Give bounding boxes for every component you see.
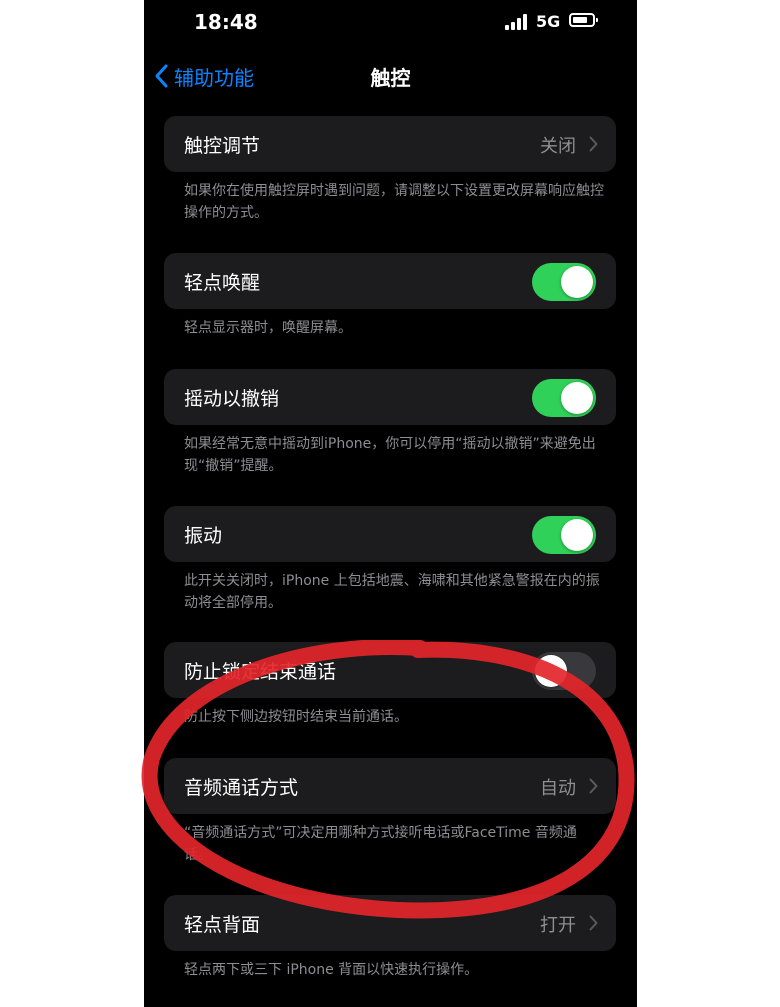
shake-to-undo-footnote: 如果经常无意中摇动到iPhone，你可以停用“摇动以撤销”来避免出现“撤销”提醒… — [184, 436, 596, 474]
page-title: 触控 — [370, 66, 411, 90]
touch-adjust-footnote: 如果你在使用触控屏时遇到问题，请调整以下设置更改屏幕响应触控操作的方式。 — [184, 183, 604, 221]
status-bar: 18:48 5G — [144, 0, 637, 44]
toggle-knob — [561, 519, 593, 551]
prevent-lock-end-call-toggle[interactable] — [532, 652, 596, 690]
back-tap-row[interactable]: 轻点背面 打开 — [164, 895, 616, 951]
network-type: 5G — [536, 12, 561, 31]
navigation-bar: 辅助功能 触控 — [144, 44, 637, 108]
status-time: 18:48 — [194, 10, 258, 34]
shake-to-undo-label: 摇动以撤销 — [184, 388, 280, 410]
vibration-row: 振动 — [164, 506, 616, 562]
touch-adjust-row[interactable]: 触控调节 关闭 — [164, 116, 616, 172]
call-audio-routing-footnote: “音频通话方式”可决定用哪种方式接听电话或FaceTime 音频通话。 — [184, 825, 577, 863]
tap-to-wake-row: 轻点唤醒 — [164, 253, 616, 309]
cellular-signal-icon — [505, 14, 527, 30]
phone-screen: 18:48 5G 辅助功能 触控 触控调节 关闭 如果你在使用触控屏时遇到问题，… — [144, 0, 637, 1007]
call-audio-routing-value: 自动 — [540, 778, 576, 799]
prevent-lock-end-call-row: 防止锁定结束通话 — [164, 642, 616, 698]
shake-to-undo-toggle[interactable] — [532, 379, 596, 417]
toggle-knob — [535, 655, 567, 687]
back-tap-value: 打开 — [540, 915, 576, 936]
tap-to-wake-footnote: 轻点显示器时，唤醒屏幕。 — [184, 320, 352, 336]
vibration-toggle[interactable] — [532, 516, 596, 554]
toggle-knob — [561, 266, 593, 298]
vibration-label: 振动 — [184, 525, 223, 547]
call-audio-routing-label: 音频通话方式 — [184, 777, 299, 799]
touch-adjust-value: 关闭 — [540, 136, 576, 157]
tap-to-wake-label: 轻点唤醒 — [184, 272, 261, 294]
shake-to-undo-row: 摇动以撤销 — [164, 369, 616, 425]
touch-adjust-label: 触控调节 — [184, 135, 261, 157]
vibration-footnote: 此开关关闭时，iPhone 上包括地震、海啸和其他紧急警报在内的振动将全部停用。 — [184, 573, 600, 611]
chevron-right-icon — [589, 136, 598, 152]
battery-cap — [596, 18, 598, 22]
battery-level — [573, 17, 587, 23]
toggle-knob — [561, 382, 593, 414]
battery-icon — [569, 13, 598, 27]
back-tap-label: 轻点背面 — [184, 914, 261, 936]
call-audio-routing-row[interactable]: 音频通话方式 自动 — [164, 758, 616, 814]
back-tap-footnote: 轻点两下或三下 iPhone 背面以快速执行操作。 — [184, 962, 479, 978]
chevron-right-icon — [589, 915, 598, 931]
prevent-lock-end-call-footnote: 防止按下侧边按钮时结束当前通话。 — [184, 709, 408, 725]
chevron-right-icon — [589, 778, 598, 794]
prevent-lock-end-call-label: 防止锁定结束通话 — [184, 661, 337, 683]
tap-to-wake-toggle[interactable] — [532, 263, 596, 301]
